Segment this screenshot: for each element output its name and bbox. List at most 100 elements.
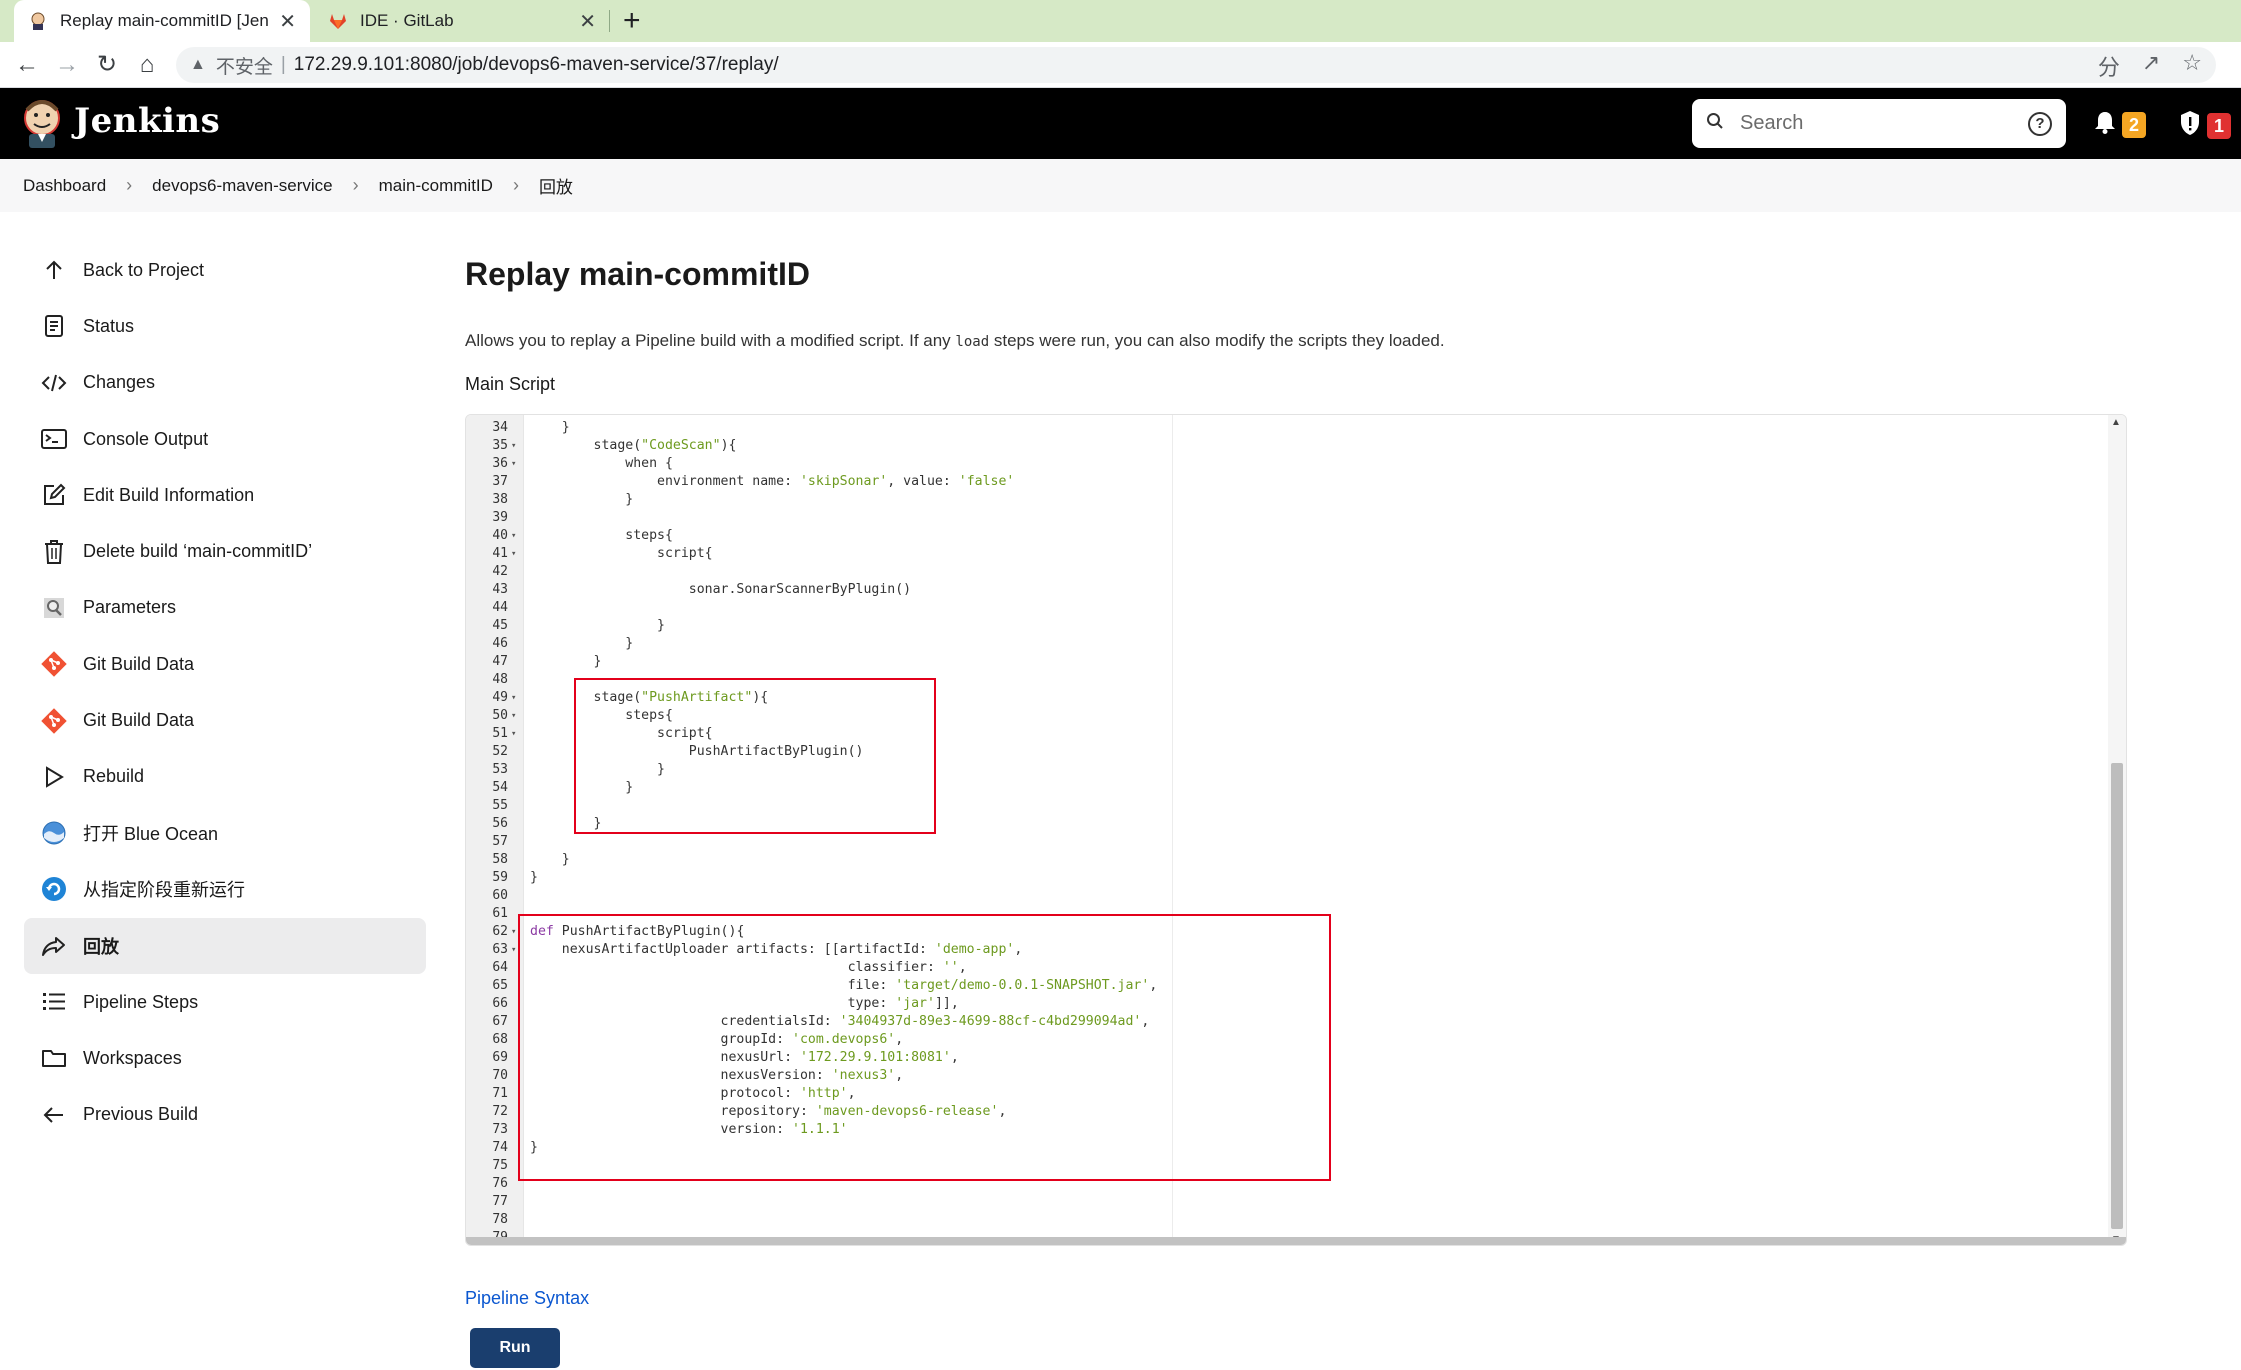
code-text[interactable]: sonar.SonarScannerByPlugin() <box>530 581 911 599</box>
translate-icon[interactable]: 分 <box>2098 50 2120 82</box>
fold-arrow-icon[interactable]: ▾ <box>511 455 516 473</box>
code-text[interactable]: when { <box>530 455 673 473</box>
line-number: 56 <box>492 816 508 831</box>
editor-vertical-scrollbar[interactable]: ▲ ▼ <box>2108 415 2126 1245</box>
fold-arrow-icon[interactable]: ▾ <box>511 545 516 563</box>
url-text[interactable]: 172.29.9.101:8080/job/devops6-maven-serv… <box>294 54 779 76</box>
line-number: 61 <box>492 906 508 921</box>
sidebar-item-pipeline-steps[interactable]: Pipeline Steps <box>24 974 426 1030</box>
run-button[interactable]: Run <box>470 1328 560 1368</box>
sidebar-item-git-build-data[interactable]: Git Build Data <box>24 692 426 748</box>
code-text[interactable]: environment name: 'skipSonar', value: 'f… <box>530 473 1014 491</box>
back-button[interactable]: ← <box>12 50 42 80</box>
breadcrumb-dashboard[interactable]: Dashboard <box>23 176 106 196</box>
code-line[interactable]: 47 } <box>466 653 2106 671</box>
close-tab-icon[interactable]: ✕ <box>279 9 296 34</box>
code-line[interactable]: 39 <box>466 509 2106 527</box>
fold-arrow-icon[interactable]: ▾ <box>511 689 516 707</box>
fold-arrow-icon[interactable]: ▾ <box>511 725 516 743</box>
sidebar-item-changes[interactable]: Changes <box>24 355 426 411</box>
browser-tab-gitlab[interactable]: IDE · GitLab ✕ <box>314 0 610 42</box>
sidebar-item-label: 回放 <box>83 936 119 957</box>
code-text[interactable]: steps{ <box>530 527 673 545</box>
code-line[interactable]: 60 <box>466 887 2106 905</box>
scroll-up-icon[interactable]: ▲ <box>2111 417 2121 428</box>
code-line[interactable]: 41 ▾ script{ <box>466 545 2106 563</box>
reload-button[interactable]: ↻ <box>92 50 122 80</box>
sidebar-item-blue-ocean[interactable]: 打开 Blue Ocean <box>24 805 426 861</box>
code-line[interactable]: 40 ▾ steps{ <box>466 527 2106 545</box>
code-text[interactable]: } <box>530 851 570 869</box>
fold-arrow-icon[interactable]: ▾ <box>511 527 516 545</box>
close-tab-icon[interactable]: ✕ <box>579 9 596 34</box>
code-line[interactable]: 36 ▾ when { <box>466 455 2106 473</box>
scrollbar-thumb[interactable] <box>2111 763 2123 1229</box>
fold-arrow-icon[interactable]: ▾ <box>511 707 516 725</box>
code-line[interactable]: 44 <box>466 599 2106 617</box>
line-number: 47 <box>492 654 508 669</box>
sidebar-item-console-output[interactable]: Console Output <box>24 411 426 467</box>
code-line[interactable]: 46 } <box>466 635 2106 653</box>
sidebar-item-rebuild[interactable]: Rebuild <box>24 749 426 805</box>
notifications-button[interactable]: 2 <box>2094 110 2146 139</box>
sidebar-item-workspaces[interactable]: Workspaces <box>24 1030 426 1086</box>
bookmark-star-icon[interactable]: ☆ <box>2182 50 2202 82</box>
sidebar-item-restart-from-stage[interactable]: 从指定阶段重新运行 <box>24 861 426 917</box>
fold-arrow-icon[interactable]: ▾ <box>511 923 516 941</box>
sidebar-item-previous-build[interactable]: Previous Build <box>24 1086 426 1142</box>
code-line[interactable]: 34 } <box>466 419 2106 437</box>
sidebar-item-back-to-project[interactable]: Back to Project <box>24 242 426 298</box>
code-line[interactable]: 77 <box>466 1193 2106 1211</box>
code-text[interactable]: } <box>530 653 602 671</box>
breadcrumb-replay[interactable]: 回放 <box>539 173 573 198</box>
code-text[interactable]: } <box>530 617 665 635</box>
code-line[interactable]: 38 } <box>466 491 2106 509</box>
browser-tab-jenkins[interactable]: Replay main-commitID [Jenkins] ✕ <box>14 0 310 42</box>
code-line[interactable]: 58 } <box>466 851 2106 869</box>
sidebar-item-delete-build[interactable]: Delete build ‘main-commitID’ <box>24 523 426 579</box>
security-alerts-button[interactable]: 1 <box>2179 110 2231 141</box>
code-line[interactable]: 42 <box>466 563 2106 581</box>
line-number: 59 <box>492 870 508 885</box>
code-line[interactable]: 45 } <box>466 617 2106 635</box>
code-line[interactable]: 78 <box>466 1211 2106 1229</box>
breadcrumb-build[interactable]: main-commitID <box>379 176 493 196</box>
sidebar-item-parameters[interactable]: Parameters <box>24 580 426 636</box>
pipeline-syntax-link[interactable]: Pipeline Syntax <box>465 1288 589 1309</box>
code-text[interactable]: stage("CodeScan"){ <box>530 437 737 455</box>
sidebar-item-status[interactable]: Status <box>24 298 426 354</box>
code-text[interactable]: } <box>530 869 538 887</box>
code-line[interactable]: 35 ▾ stage("CodeScan"){ <box>466 437 2106 455</box>
sidebar-item-git-build-data[interactable]: Git Build Data <box>24 636 426 692</box>
warning-icon[interactable]: ▲ <box>190 56 206 74</box>
line-number: 58 <box>492 852 508 867</box>
share-icon[interactable]: ↗ <box>2142 50 2160 82</box>
highlight-box-push-artifact-stage <box>574 678 936 834</box>
sidebar-item-replay[interactable]: 回放 <box>24 917 426 974</box>
code-line[interactable]: 59} <box>466 869 2106 887</box>
jenkins-logo-icon[interactable] <box>20 96 64 150</box>
arrow-up-icon <box>40 256 68 284</box>
editor-horizontal-scrollbar[interactable] <box>466 1237 2126 1245</box>
sidebar-item-edit-build-info[interactable]: Edit Build Information <box>24 467 426 523</box>
edit-icon <box>40 481 68 509</box>
fold-arrow-icon[interactable]: ▾ <box>511 437 516 455</box>
help-icon[interactable]: ? <box>2028 111 2052 136</box>
forward-button[interactable]: → <box>52 50 82 80</box>
security-label[interactable]: 不安全 <box>216 52 273 79</box>
home-button[interactable]: ⌂ <box>132 50 162 80</box>
new-tab-button[interactable]: + <box>623 3 641 39</box>
address-bar[interactable]: ▲ 不安全 | 172.29.9.101:8080/job/devops6-ma… <box>176 47 2216 83</box>
code-text[interactable]: } <box>530 491 633 509</box>
code-text[interactable]: script{ <box>530 545 713 563</box>
code-line[interactable]: 37 environment name: 'skipSonar', value:… <box>466 473 2106 491</box>
breadcrumb-project[interactable]: devops6-maven-service <box>152 176 332 196</box>
code-line[interactable]: 43 sonar.SonarScannerByPlugin() <box>466 581 2106 599</box>
jenkins-title[interactable]: Jenkins <box>74 101 220 141</box>
code-text[interactable]: } <box>530 635 633 653</box>
search-input[interactable] <box>1740 112 2028 135</box>
code-line[interactable]: 57 <box>466 833 2106 851</box>
notification-count-badge: 2 <box>2122 111 2146 138</box>
fold-arrow-icon[interactable]: ▾ <box>511 941 516 959</box>
code-text[interactable]: } <box>530 419 570 437</box>
